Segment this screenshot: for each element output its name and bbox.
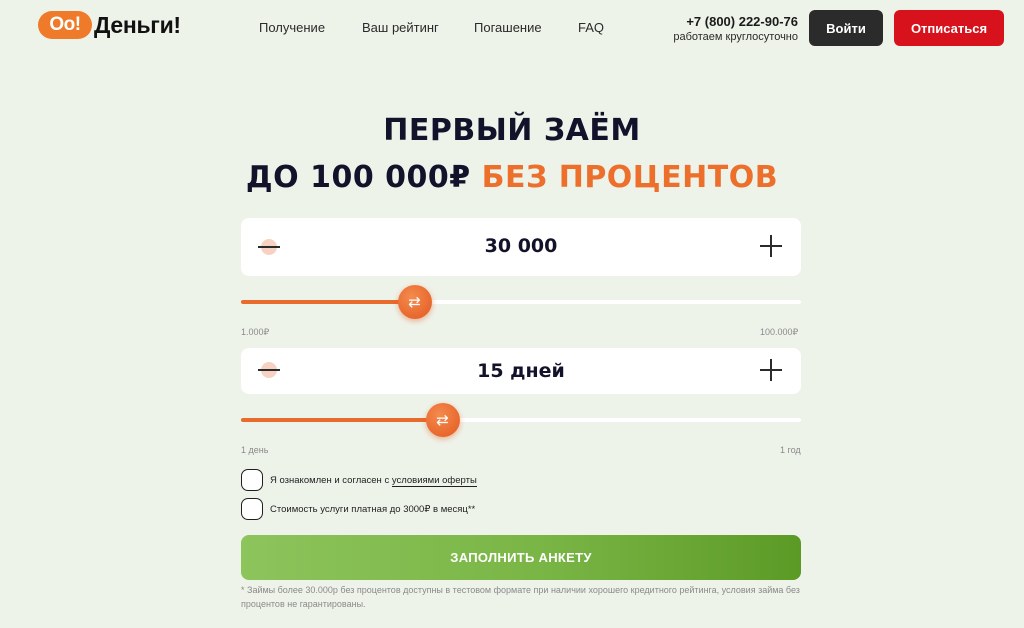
unsubscribe-button[interactable]: Отписаться [894,10,1004,46]
offer-agreement-row: Я ознакомлен и согласен с условиями офер… [241,469,477,491]
site-header: Oo! Деньги! Получение Ваш рейтинг Погаше… [0,0,1024,56]
fill-form-button[interactable]: ЗАПОЛНИТЬ АНКЕТУ [241,535,801,580]
term-stepper: 15 дней [241,348,801,394]
contact-block: +7 (800) 222-90-76 работаем круглосуточн… [668,14,798,43]
term-value[interactable]: 15 дней [241,360,801,382]
footnote: * Займы более 30.000р без процентов дост… [241,585,800,609]
hero-amount-text: ДО 100 000₽ [245,160,471,195]
offer-agreement-checkbox[interactable] [241,469,263,491]
amount-slider-thumb[interactable]: ⇄ [397,285,432,319]
swap-arrows-icon: ⇄ [436,411,449,429]
service-cost-text: Стоимость услуги платная до 3000₽ в меся… [270,503,476,515]
offer-agreement-prefix: Я ознакомлен и согласен с [270,474,392,486]
logo[interactable]: Oo! Деньги! [38,11,181,39]
phone-hours: работаем круглосуточно [673,31,798,43]
term-slider-fill [241,418,443,422]
amount-slider[interactable] [241,300,801,304]
nav-item-repayment[interactable]: Погашение [474,20,542,35]
amount-max-label: 100.000₽ [760,327,799,337]
term-slider-thumb[interactable]: ⇄ [425,403,460,437]
amount-min-label: 1.000₽ [241,327,270,337]
hero-title-line1: ПЕРВЫЙ ЗАЁМ [383,113,641,148]
phone-number[interactable]: +7 (800) 222-90-76 [668,14,798,29]
hero-title-line2: ДО 100 000₽ БЕЗ ПРОЦЕНТОВ [0,160,1024,195]
offer-terms-link[interactable]: условиями оферты [391,474,477,487]
swap-arrows-icon: ⇄ [408,293,421,311]
plus-icon[interactable] [760,359,782,381]
nav-item-rating[interactable]: Ваш рейтинг [362,20,439,35]
login-button[interactable]: Войти [809,10,883,46]
term-max-label: 1 год [780,445,801,455]
amount-stepper: 30 000 [241,218,801,276]
logo-badge: Oo! [38,11,92,39]
amount-value[interactable]: 30 000 [241,235,801,257]
plus-icon[interactable] [760,235,782,257]
term-min-label: 1 день [241,445,269,455]
term-slider[interactable] [241,418,801,422]
logo-text: Деньги! [94,11,181,38]
hero-accent-text: БЕЗ ПРОЦЕНТОВ [481,160,779,195]
amount-slider-fill [241,300,415,304]
nav-item-faq[interactable]: FAQ [578,20,604,35]
service-cost-checkbox[interactable] [241,498,263,520]
service-cost-row: Стоимость услуги платная до 3000₽ в меся… [241,498,475,520]
offer-agreement-text: Я ознакомлен и согласен с условиями офер… [270,474,477,487]
nav-item-obtaining[interactable]: Получение [259,20,325,35]
